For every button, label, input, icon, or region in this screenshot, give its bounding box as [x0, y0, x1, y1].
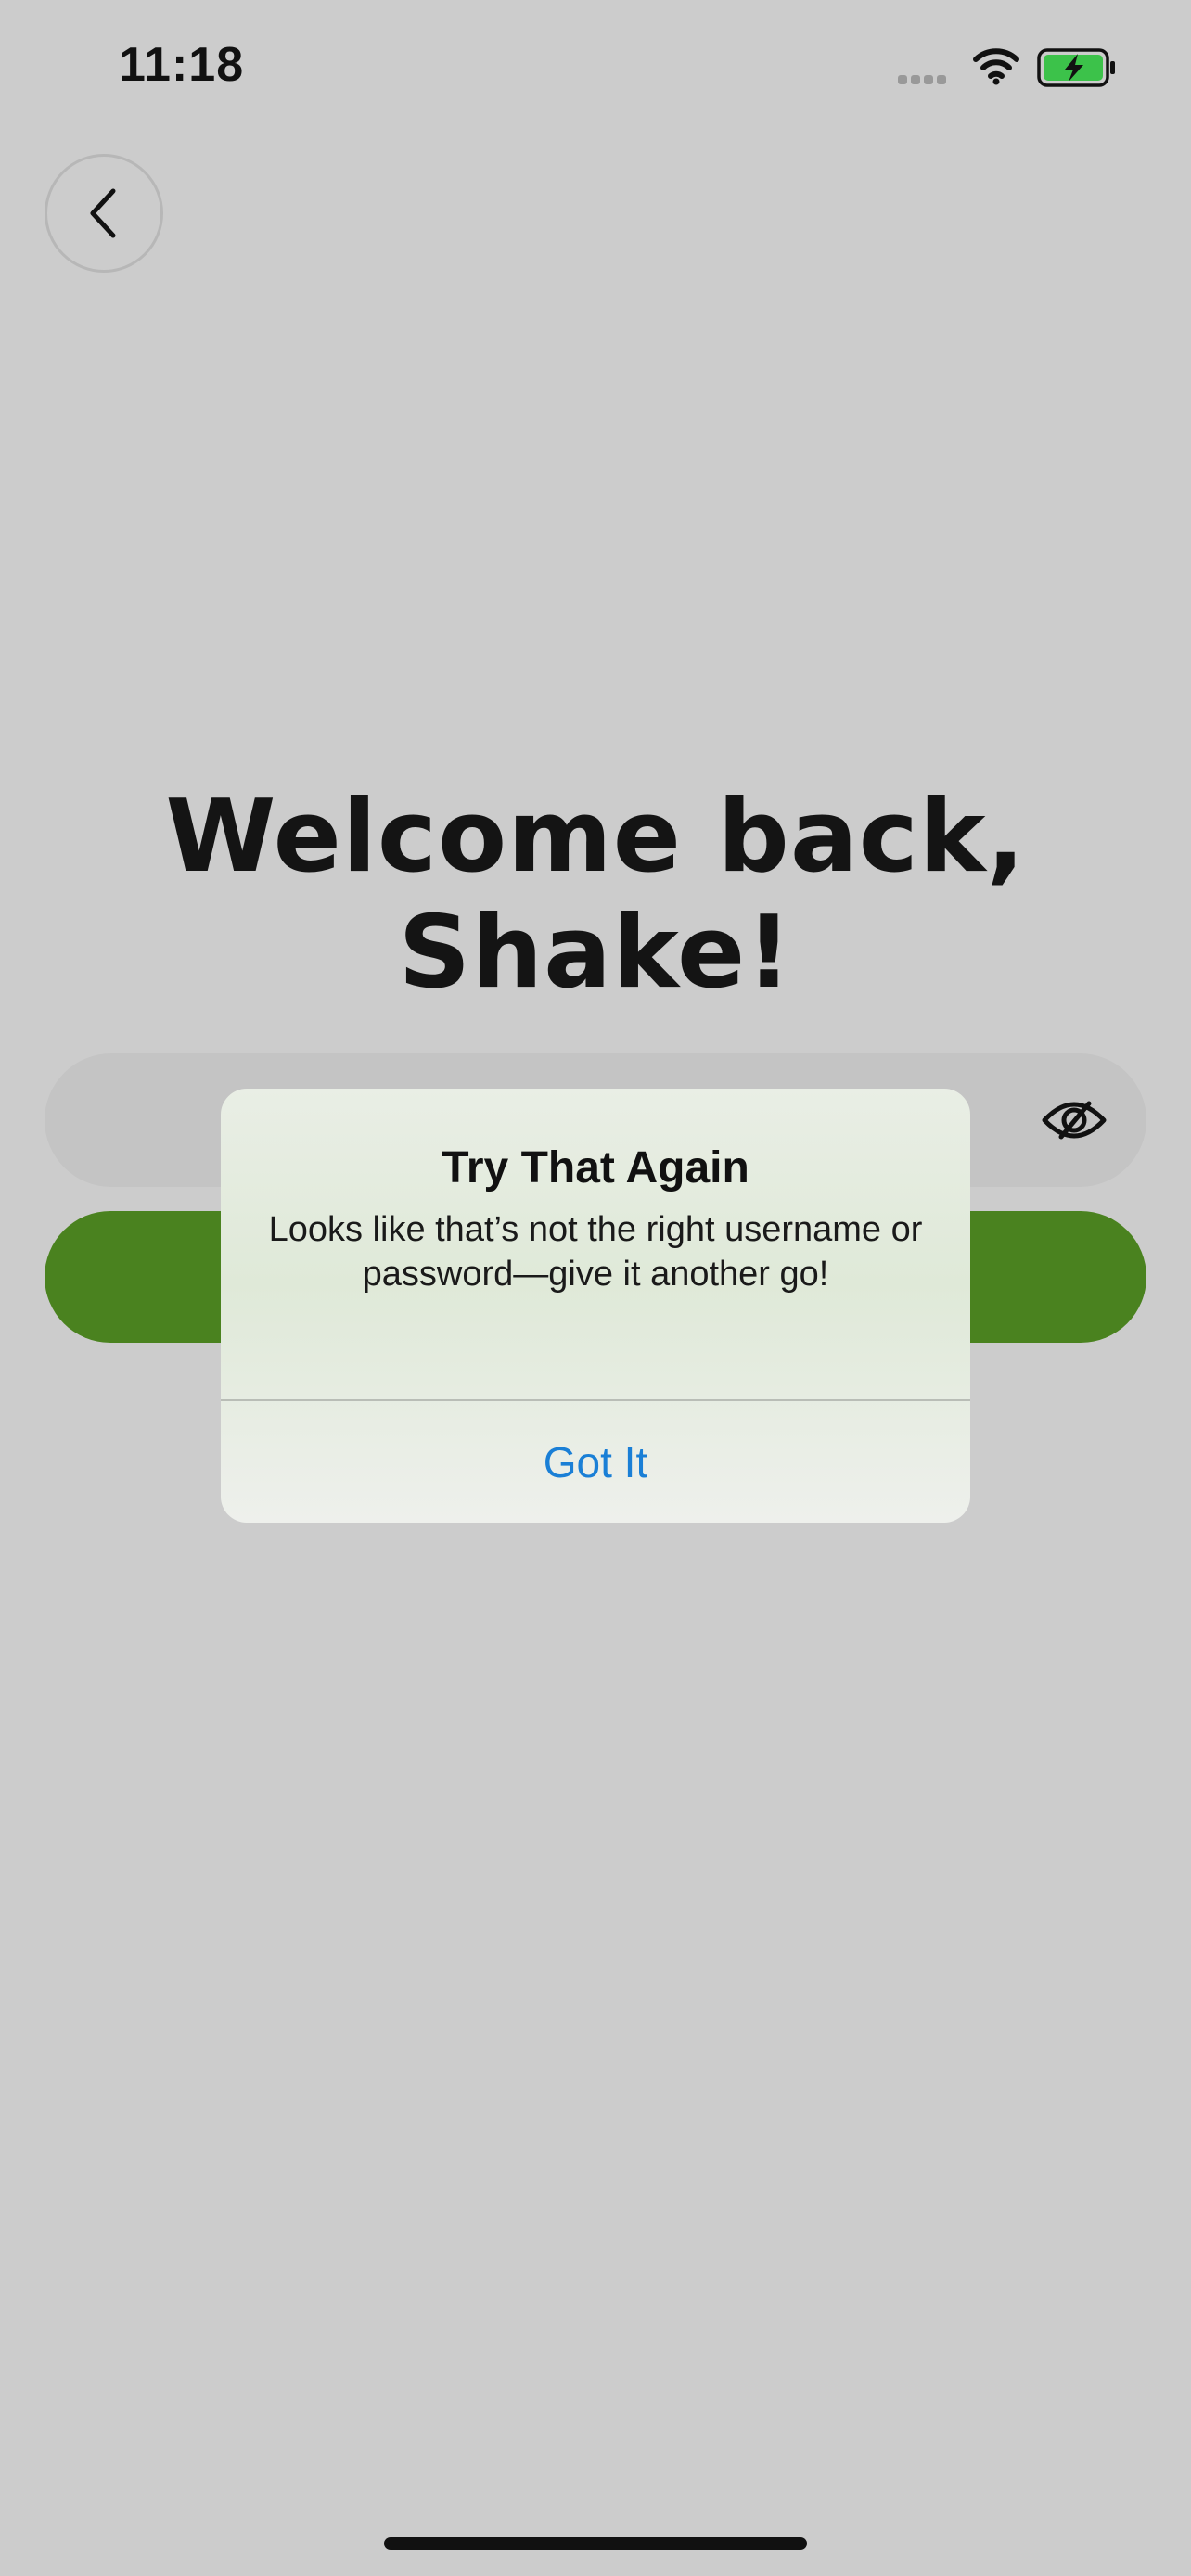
wifi-icon — [973, 48, 1019, 85]
battery-charging-icon — [1037, 48, 1115, 87]
alert-title: Try That Again — [442, 1143, 749, 1192]
home-indicator — [384, 2537, 807, 2550]
signal-dots-icon — [898, 72, 950, 89]
welcome-title: Welcome back, Shake! — [165, 779, 1026, 1011]
status-time: 11:18 — [119, 38, 245, 92]
eye-slash-icon[interactable] — [1039, 1092, 1109, 1148]
alert-message: Looks like that’s not the right username… — [268, 1210, 923, 1294]
chevron-left-icon — [90, 188, 116, 238]
status-bar: 11:18 — [0, 0, 1191, 139]
got-it-button[interactable]: Got It — [221, 1401, 970, 1523]
back-button[interactable] — [45, 154, 163, 273]
alert-dialog: Try That Again Looks like that’s not the… — [221, 1089, 970, 1523]
